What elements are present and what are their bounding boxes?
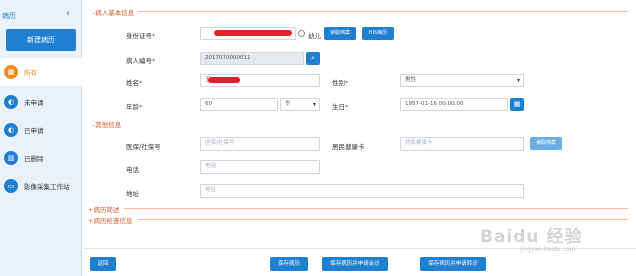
health-card-field[interactable]: 居民健康卡 [400,137,524,151]
gender-label: 性别* [332,79,349,87]
birthday-field[interactable]: 1957-01-16 00:00:00 [400,98,508,111]
patient-no-label: 病人编号* [126,57,156,65]
divider [138,219,628,220]
gender-value: 男性 [405,77,417,83]
his-record-button[interactable]: HIS病历 [362,27,394,40]
phone-label: 电话 [126,166,139,174]
age-unit-value: 岁 [285,101,291,107]
section-exam-title[interactable]: +病历检查信息 [88,215,132,225]
address-field[interactable]: 地址 [200,184,524,198]
sidebar-item-all[interactable]: ▦ 所有 [0,58,82,86]
collapse-sidebar-icon[interactable]: ‹ [66,8,70,19]
sidebar-item-not-applied[interactable]: ◐ 未申请 [0,88,82,116]
chevron-down-icon: ▾ [516,77,520,84]
calendar-icon[interactable]: ▦ [510,98,524,111]
app: 病历 ‹ 新建病历 ▦ 所有 ◐ 未申请 ◐ 已申请 ▥ 已删除 ▭ 影像采集工… [0,0,636,276]
trash-icon: ▥ [4,151,18,165]
divider [124,208,628,209]
name-label: 姓名* [126,79,143,87]
birthday-label: 生日* [332,103,349,111]
circle-half-icon: ◐ [4,123,18,137]
save-apply-transfer-button[interactable]: 保存病历并申请转诊 [420,257,486,271]
sidebar-header: 病历 ‹ [0,8,82,22]
id-card-label: 身份证号* [126,32,156,40]
watermark-url: jingyan.baidu.com [520,246,576,253]
sidebar-item-label: 未申请 [24,99,44,107]
age-field[interactable]: 60 [200,98,278,111]
age-label: 年龄* [126,103,143,111]
sidebar-item-applied[interactable]: ◐ 已申请 [0,116,82,144]
redaction [214,30,292,36]
address-label: 地址 [126,190,139,198]
section-history-label: 病历简述 [93,206,120,214]
watermark: Baidu 经验 [480,227,583,247]
insurance-field[interactable]: 医保/社保号 [200,137,320,151]
monitor-icon: ▭ [4,179,18,193]
gender-select[interactable]: 男性 ▾ [400,74,524,87]
save-record-button[interactable]: 保存病历 [270,257,308,271]
sidebar-title: 病历 [2,12,16,20]
section-basic-title: –病人基本信息 [92,9,135,17]
read-archive-button[interactable]: 读取档案 [324,27,356,40]
redaction [208,77,240,83]
patient-no-field[interactable]: 2017070000011 [200,52,304,65]
insurance-label: 医保/社保号 [126,143,161,151]
read-archive-button-2[interactable]: 读取档案 [530,137,562,150]
phone-field[interactable]: 电话 [200,160,320,174]
infant-radio[interactable] [298,30,305,37]
grid-icon: ▦ [4,65,18,79]
section-other-title: –其他信息 [92,121,122,129]
infant-label: 幼儿 [308,32,321,40]
section-history-title[interactable]: +病历简述 [88,204,119,214]
save-apply-consult-button[interactable]: 保存病历并申请会诊 [322,257,388,271]
sidebar-item-label: 所有 [24,69,37,77]
section-exam-label: 病历检查信息 [93,217,133,225]
circle-half-icon: ◐ [4,95,18,109]
sidebar: 病历 ‹ 新建病历 ▦ 所有 ◐ 未申请 ◐ 已申请 ▥ 已删除 ▭ 影像采集工… [0,0,82,276]
divider [138,11,628,12]
new-record-button[interactable]: 新建病历 [6,29,76,51]
age-unit-select[interactable]: 岁 ▾ [280,98,320,111]
sidebar-item-label: 影像采集工作站 [24,183,70,191]
search-icon[interactable]: ⌕ [306,52,320,65]
health-card-label: 居民健康卡 [332,143,365,151]
sidebar-item-imaging-station[interactable]: ▭ 影像采集工作站 [0,172,82,200]
section-other-label: 其他信息 [95,121,122,129]
section-basic-label: 病人基本信息 [95,9,135,17]
back-button[interactable]: 返回 [90,257,116,271]
sidebar-item-label: 已删除 [24,155,44,163]
chevron-down-icon: ▾ [312,101,316,108]
sidebar-item-deleted[interactable]: ▥ 已删除 [0,144,82,172]
sidebar-item-label: 已申请 [24,127,44,135]
